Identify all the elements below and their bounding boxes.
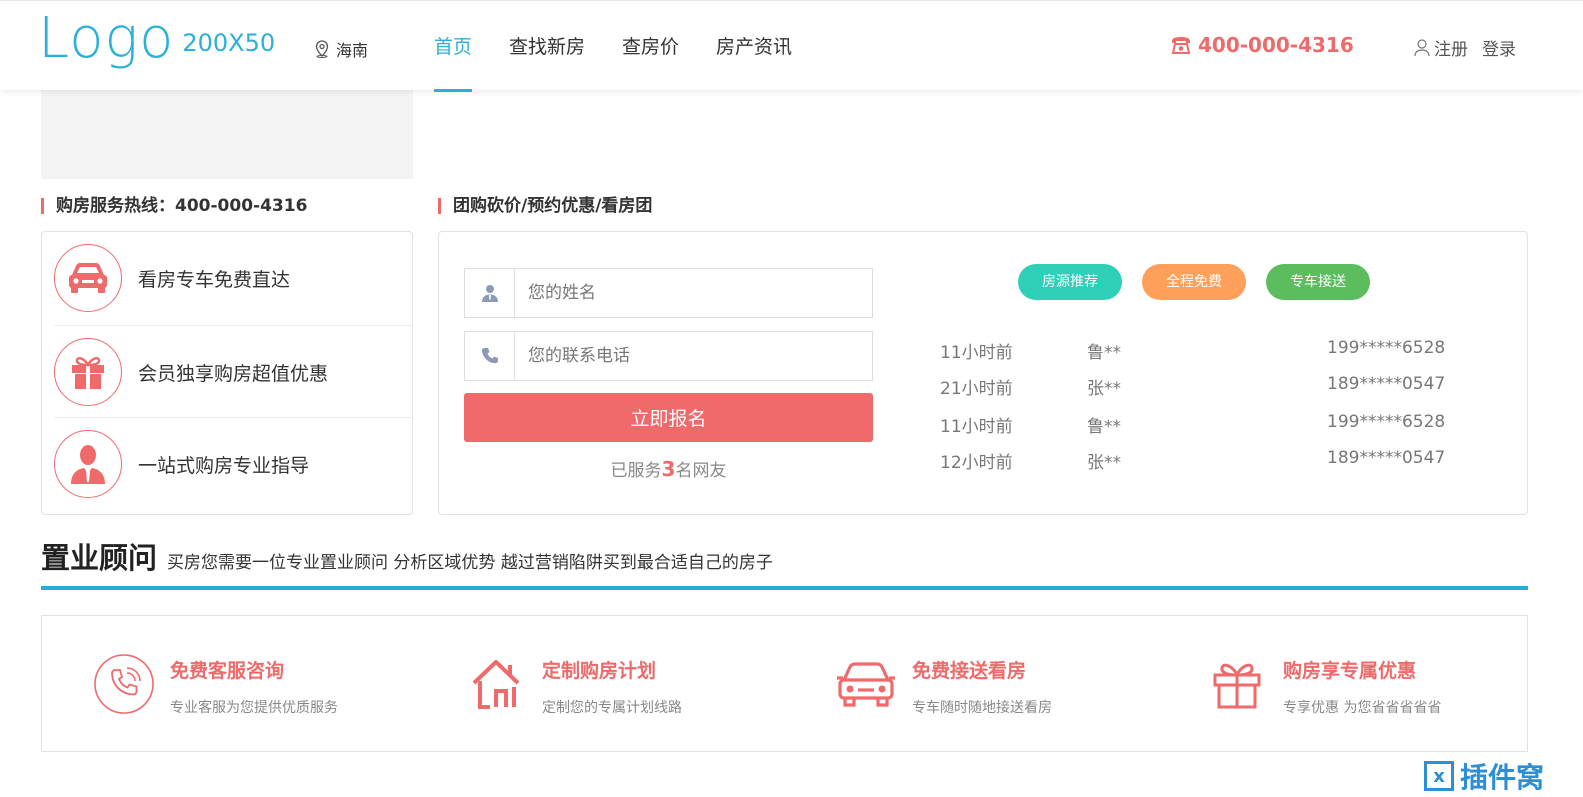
service-desc: 专业客服为您提供优质服务 xyxy=(170,700,338,716)
register-link[interactable]: 注册 xyxy=(1434,35,1468,60)
advisor-icon xyxy=(54,430,122,498)
signup-record: 21小时前 张** 189*****0547 xyxy=(940,374,1445,399)
tag-shuttle[interactable]: 专车接送 xyxy=(1266,264,1370,300)
phone-input[interactable] xyxy=(515,333,872,379)
phone-circle-icon xyxy=(92,652,156,716)
gift-icon xyxy=(54,338,122,406)
tag-recommend[interactable]: 房源推荐 xyxy=(1018,264,1122,300)
record-time: 21小时前 xyxy=(940,379,1013,399)
service-shuttle: 免费接送看房 专车随时随地接送看房 xyxy=(834,652,1052,718)
logo-text: Logo xyxy=(38,6,175,71)
consultant-heading: 置业顾问 买房您需要一位专业置业顾问 分析区域优势 越过营销陷阱买到最合适自己的… xyxy=(41,540,773,576)
nav-home[interactable]: 首页 xyxy=(434,1,473,92)
record-phone: 189*****0547 xyxy=(1327,448,1446,468)
logo-size: 200X50 xyxy=(182,29,276,57)
record-name: 张** xyxy=(1087,379,1121,399)
house-icon xyxy=(464,652,528,716)
signup-record: 11小时前 鲁** 199*****6528 xyxy=(940,338,1445,363)
section-divider xyxy=(41,586,1528,590)
record-time: 11小时前 xyxy=(940,417,1013,437)
signup-button[interactable]: 立即报名 xyxy=(464,393,873,442)
served-prefix: 已服务 xyxy=(610,461,662,481)
record-phone: 199*****6528 xyxy=(1327,412,1446,432)
features-box: 看房专车免费直达 会员独享购房超值优惠 一站式购房专业指导 xyxy=(41,231,413,515)
service-consult: 免费客服咨询 专业客服为您提供优质服务 xyxy=(92,652,338,718)
served-count: 已服务3名网友 xyxy=(464,456,873,481)
signup-record: 11小时前 鲁** 199*****6528 xyxy=(940,412,1445,437)
consultant-subtitle: 买房您需要一位专业置业顾问 分析区域优势 越过营销陷阱买到最合适自己的房子 xyxy=(167,553,773,573)
car-icon xyxy=(834,652,898,716)
consultant-title: 置业顾问 xyxy=(41,541,158,575)
telephone-icon xyxy=(1171,37,1191,54)
login-link[interactable]: 登录 xyxy=(1482,35,1516,60)
phone-field xyxy=(464,331,873,381)
header-phone: 400-000-4316 xyxy=(1170,33,1354,57)
record-phone: 199*****6528 xyxy=(1327,338,1446,358)
service-title: 定制购房计划 xyxy=(542,660,657,682)
service-discount: 购房享专属优惠 专享优惠 为您省省省省省 xyxy=(1205,652,1441,718)
watermark-logo: x 插件窝 xyxy=(1424,756,1544,796)
user-links: 注册 登录 xyxy=(1414,35,1516,60)
feature-label: 看房专车免费直达 xyxy=(138,268,291,291)
watermark-text: 插件窝 xyxy=(1460,761,1545,794)
hotline-title: 购房服务热线：400-000-4316 xyxy=(41,196,307,216)
served-suffix: 名网友 xyxy=(675,461,727,481)
phone-number: 400-000-4316 xyxy=(1198,33,1354,57)
banner-placeholder xyxy=(41,90,413,179)
name-field xyxy=(464,268,873,318)
city-name: 海南 xyxy=(336,41,369,60)
record-name: 鲁** xyxy=(1087,417,1121,437)
person-icon xyxy=(465,269,515,317)
city-selector[interactable]: 海南 xyxy=(314,37,368,61)
handset-icon xyxy=(465,332,515,380)
service-desc: 定制您的专属计划线路 xyxy=(542,700,682,716)
service-title: 免费客服咨询 xyxy=(170,660,285,682)
record-time: 12小时前 xyxy=(940,453,1013,473)
signup-record: 12小时前 张** 189*****0547 xyxy=(940,448,1445,473)
record-time: 11小时前 xyxy=(940,343,1013,363)
nav-prices[interactable]: 查房价 xyxy=(622,1,679,91)
group-buy-title: 团购砍价/预约优惠/看房团 xyxy=(438,196,652,216)
car-icon xyxy=(54,244,122,312)
service-plan: 定制购房计划 定制您的专属计划线路 xyxy=(464,652,682,718)
tag-free[interactable]: 全程免费 xyxy=(1142,264,1246,300)
record-name: 鲁** xyxy=(1087,343,1121,363)
feature-label: 会员独享购房超值优惠 xyxy=(138,362,329,385)
nav-new-homes[interactable]: 查找新房 xyxy=(509,1,585,91)
gift-icon xyxy=(1205,652,1269,716)
service-desc: 专享优惠 为您省省省省省 xyxy=(1283,700,1442,716)
location-icon xyxy=(315,40,329,58)
logo[interactable]: Logo 200X50 xyxy=(38,9,275,69)
feature-gift: 会员独享购房超值优惠 xyxy=(54,326,412,418)
services-box: 免费客服咨询 专业客服为您提供优质服务 定制购房计划 定制您的专属计划线路 免费… xyxy=(41,615,1528,752)
watermark-icon: x xyxy=(1424,761,1454,791)
record-phone: 189*****0547 xyxy=(1327,374,1446,394)
record-name: 张** xyxy=(1087,453,1121,473)
nav-news[interactable]: 房产资讯 xyxy=(716,1,792,91)
feature-car: 看房专车免费直达 xyxy=(54,232,412,324)
service-title: 免费接送看房 xyxy=(912,660,1027,682)
header: Logo 200X50 海南 首页 查找新房 查房价 房产资讯 400-000-… xyxy=(0,0,1583,92)
service-title: 购房享专属优惠 xyxy=(1283,660,1417,682)
signup-box: 立即报名 已服务3名网友 房源推荐 全程免费 专车接送 11小时前 鲁** 19… xyxy=(438,231,1528,515)
feature-label: 一站式购房专业指导 xyxy=(138,454,310,477)
main-nav: 首页 查找新房 查房价 房产资讯 xyxy=(434,1,829,92)
feature-advisor: 一站式购房专业指导 xyxy=(54,418,412,510)
user-icon xyxy=(1414,38,1430,56)
service-desc: 专车随时随地接送看房 xyxy=(912,700,1052,716)
name-input[interactable] xyxy=(515,270,872,316)
served-number: 3 xyxy=(661,457,676,481)
